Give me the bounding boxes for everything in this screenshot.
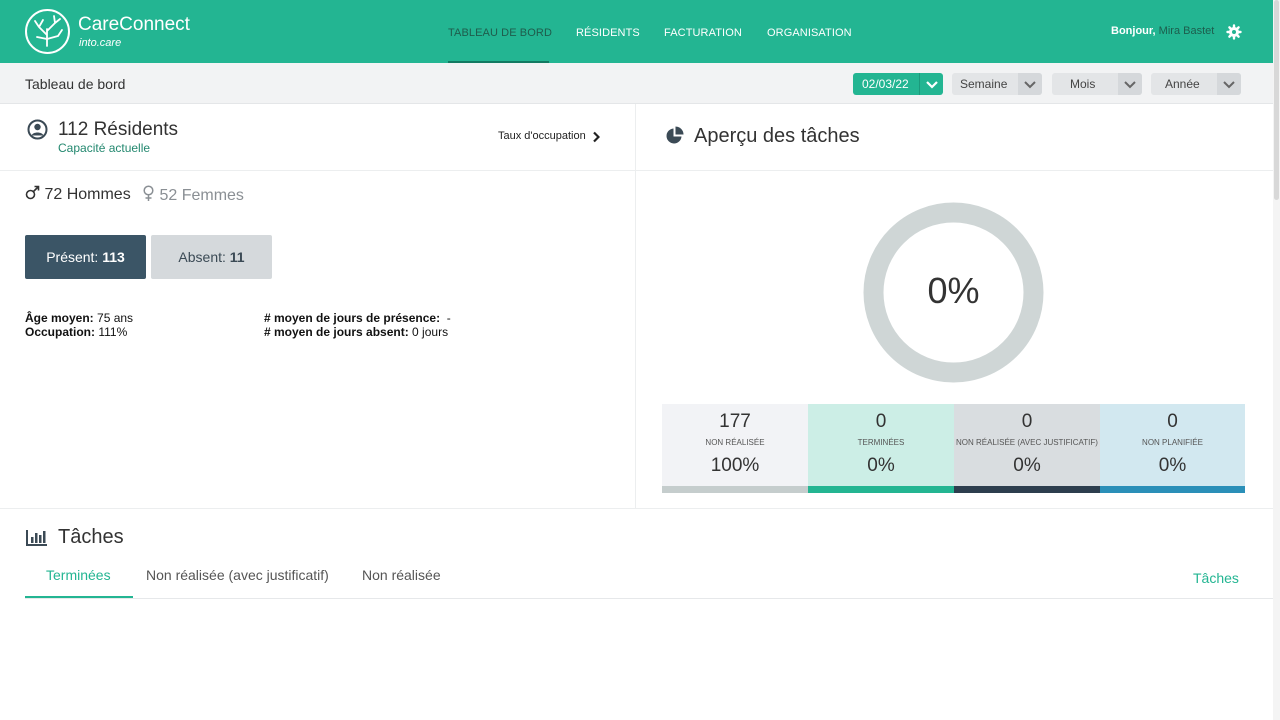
avg-absent-label: # moyen de jours absent: [264,325,409,339]
period-week-button[interactable]: Semaine [952,73,1042,95]
men-count-label: 72 Hommes [44,186,131,203]
absent-button[interactable]: Absent: 11 [151,235,272,279]
overview-title: Aperçu des tâches [694,125,860,147]
absent-label: Absent: [178,249,230,265]
user-greeting: Bonjour, Mira Bastet [1111,25,1214,37]
period-month-button[interactable]: Mois [1052,73,1142,95]
date-value: 02/03/22 [862,77,909,91]
present-label: Présent: [46,249,103,265]
chevron-down-icon [919,73,943,95]
nav-tableau-de-bord[interactable]: TABLEAU DE BORD [448,27,552,39]
panel-divider [635,104,636,508]
pie-chart-icon [665,126,684,145]
avg-age-stat: Âge moyen: 75 ans [25,311,133,325]
occupation-stat: Occupation: 111% [25,325,127,339]
period-year-label: Année [1165,77,1200,91]
present-button[interactable]: Présent: 113 [25,235,146,279]
tile-caption: TERMINÉES [857,438,905,447]
tile-color-bar [1100,486,1245,493]
tile-color-bar [808,486,954,493]
date-picker-button[interactable]: 02/03/22 [853,73,943,95]
brand-name[interactable]: CareConnect [78,14,190,36]
tile-percent: 0% [1013,455,1041,476]
occupation-value: 111% [98,325,128,339]
chevron-down-icon [1118,73,1142,95]
tile-completed[interactable]: 0 TERMINÉES 0% [808,404,954,493]
capacity-label: Capacité actuelle [58,141,151,155]
tile-count: 0 [875,411,887,432]
gear-icon[interactable] [1226,24,1242,40]
tasks-section-title: Tâches [58,526,124,548]
nav-organisation[interactable]: ORGANISATION [767,27,852,39]
tile-percent: 0% [1158,455,1187,476]
tile-not-done[interactable]: 177 NON RÉALISÉE 100% [662,404,808,493]
tile-caption: NON RÉALISÉE [705,438,765,447]
tile-unplanned[interactable]: 0 NON PLANIFIÉE 0% [1100,404,1245,493]
period-year-button[interactable]: Année [1151,73,1241,95]
chevron-down-icon [1217,73,1241,95]
tab-non-realisee[interactable]: Non réalisée [362,567,441,583]
brand-subtitle: into.care [79,37,122,49]
tabs-divider [25,598,1273,599]
user-circle-icon [27,119,48,140]
avg-presence-label: # moyen de jours de présence: [264,311,441,325]
tasks-link[interactable]: Tâches [1193,570,1239,586]
residents-count: 112 Résidents [58,119,179,140]
period-month-label: Mois [1070,77,1096,91]
bar-chart-icon [26,529,48,546]
avg-absent-value: 0 jours [412,325,449,339]
user-name[interactable]: Mira Bastet [1159,25,1215,37]
men-count: 72 Hommes [25,185,131,204]
page-title: Tableau de bord [25,76,126,92]
tile-percent: 100% [710,455,760,476]
tab-non-realisee-justificatif[interactable]: Non réalisée (avec justificatif) [146,567,329,583]
tile-percent: 0% [867,455,895,476]
donut-percent: 0% [927,270,980,311]
section-divider [0,508,1273,509]
tile-count: 0 [1167,411,1178,432]
tile-color-bar [954,486,1100,493]
male-icon [25,185,40,200]
nav-facturation[interactable]: FACTURATION [664,27,742,39]
tile-caption: NON RÉALISÉE (AVEC JUSTIFICATIF) [956,438,1098,447]
chevron-down-icon [1018,73,1042,95]
tile-count: 0 [1021,411,1033,432]
women-count-label: 52 Femmes [159,187,244,204]
period-week-label: Semaine [960,77,1008,91]
present-value: 113 [102,249,125,265]
tab-terminees[interactable]: Terminées [46,567,111,583]
tile-not-done-justified[interactable]: 0 NON RÉALISÉE (AVEC JUSTIFICATIF) 0% [954,404,1100,493]
avg-presence-stat: # moyen de jours de présence: - [264,311,451,325]
occupation-label: Occupation: [25,325,96,339]
absent-value: 11 [229,249,245,265]
avg-absent-stat: # moyen de jours absent: 0 jours [264,325,448,339]
avg-presence-value: - [446,311,451,325]
tile-count: 177 [719,411,751,432]
logo-icon[interactable] [25,9,70,54]
avg-age-value: 75 ans [97,311,134,325]
nav-residents[interactable]: RÉSIDENTS [576,27,640,39]
women-count: 52 Femmes [142,185,244,205]
tile-caption: NON PLANIFIÉE [1142,438,1203,447]
avg-age-label: Âge moyen: [25,311,94,325]
section-divider [0,170,1273,171]
occupancy-rate-link[interactable]: Taux d'occupation [498,130,586,142]
female-icon [143,185,154,201]
greeting-text: Bonjour, [1111,25,1156,37]
chevron-right-icon[interactable] [592,130,601,143]
tile-color-bar [662,486,808,493]
scrollbar-thumb[interactable] [1274,0,1279,200]
